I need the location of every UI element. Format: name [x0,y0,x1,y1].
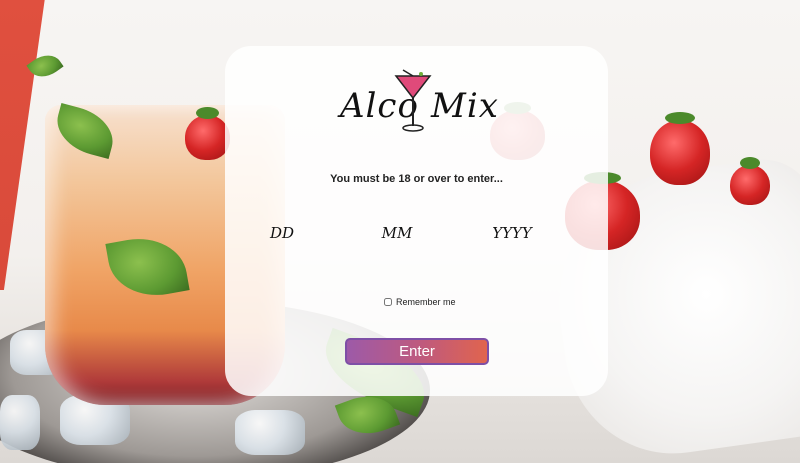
ice-cube [235,410,305,455]
strawberry [730,157,770,205]
brand-logo: Alco Mix [225,68,608,134]
cocktail-glass-icon [394,69,432,132]
enter-button[interactable]: Enter [345,338,489,365]
age-requirement-message: You must be 18 or over to enter... [330,173,503,185]
age-gate-card: Alco Mix You must be 18 or over to enter… [225,46,608,396]
day-input[interactable] [247,222,317,244]
remember-me-option[interactable]: Remember me [384,297,456,307]
month-input[interactable] [362,222,432,244]
strawberry [650,112,710,185]
strawberry [185,107,230,160]
remember-me-label: Remember me [396,297,456,307]
remember-me-checkbox[interactable] [384,298,392,306]
year-input[interactable] [477,222,547,244]
brand-word-right: Mix [431,86,499,126]
accent-stripe [0,0,47,290]
ice-cube [0,395,40,450]
